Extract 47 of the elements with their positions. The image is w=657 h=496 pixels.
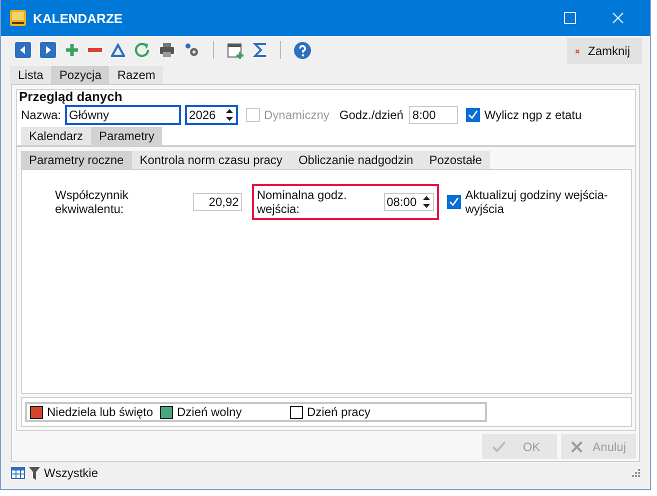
legend-label: Dzień pracy: [307, 405, 370, 419]
tab[interactable]: Obliczanie nadgodzin: [290, 151, 422, 169]
tab[interactable]: Parametry roczne: [21, 151, 132, 169]
time-spinner[interactable]: 08:00: [384, 193, 434, 211]
window-title: KALENDARZE: [33, 10, 123, 26]
checkbox-label: Aktualizuj godziny wejścia-wyjścia: [465, 188, 609, 216]
hours-label: Godz./dzień: [339, 108, 404, 122]
tab[interactable]: Parametry: [91, 127, 162, 145]
sum-icon[interactable]: [253, 42, 267, 58]
triangle-icon[interactable]: [111, 43, 125, 57]
checkbox[interactable]: [447, 195, 462, 209]
calendar-add-icon[interactable]: [227, 42, 244, 58]
close-icon[interactable]: [612, 12, 624, 24]
checkbox-label: Dynamiczny: [264, 108, 330, 122]
checkbox-label: Wylicz ngp z etatu: [484, 108, 582, 122]
maximize-icon[interactable]: [564, 12, 576, 24]
previous-icon[interactable]: [15, 42, 31, 58]
check-icon: [492, 440, 506, 452]
year-spinner[interactable]: 2026: [185, 105, 238, 125]
legend-label: Niedziela lub święto: [47, 405, 154, 419]
add-icon[interactable]: [65, 43, 79, 57]
close-button[interactable]: Zamknij: [567, 38, 642, 64]
help-icon[interactable]: [294, 42, 311, 58]
hours-field[interactable]: 8:00: [409, 106, 458, 124]
filter-text: Wszystkie: [44, 466, 98, 480]
resize-grip-icon[interactable]: [632, 469, 640, 477]
tab[interactable]: Kontrola norm czasu pracy: [132, 151, 290, 169]
tab[interactable]: Pozycja: [51, 66, 110, 84]
tab[interactable]: Razem: [109, 66, 164, 84]
section-title: Przegląd danych: [19, 89, 124, 104]
cross-icon: [571, 440, 583, 452]
name-field[interactable]: Główny: [65, 105, 182, 125]
tab[interactable]: Lista: [10, 66, 52, 84]
checkbox[interactable]: [466, 108, 480, 122]
factor-field[interactable]: 20,92: [192, 193, 242, 211]
refresh-icon[interactable]: [134, 42, 150, 58]
factor-label: Współczynnik ekwiwalentu:: [55, 188, 130, 216]
tab[interactable]: Pozostałe: [421, 151, 490, 169]
app-logo-icon: [9, 9, 27, 27]
nominal-label: Nominalna godz. wejścia:: [256, 188, 348, 216]
name-label: Nazwa:: [21, 108, 62, 122]
next-icon[interactable]: [40, 42, 56, 58]
table-icon[interactable]: [11, 467, 25, 479]
filter-icon[interactable]: [29, 466, 40, 480]
tab[interactable]: Kalendarz: [21, 127, 92, 145]
legend-label: Dzień wolny: [177, 405, 242, 419]
printer-icon[interactable]: [159, 42, 175, 58]
